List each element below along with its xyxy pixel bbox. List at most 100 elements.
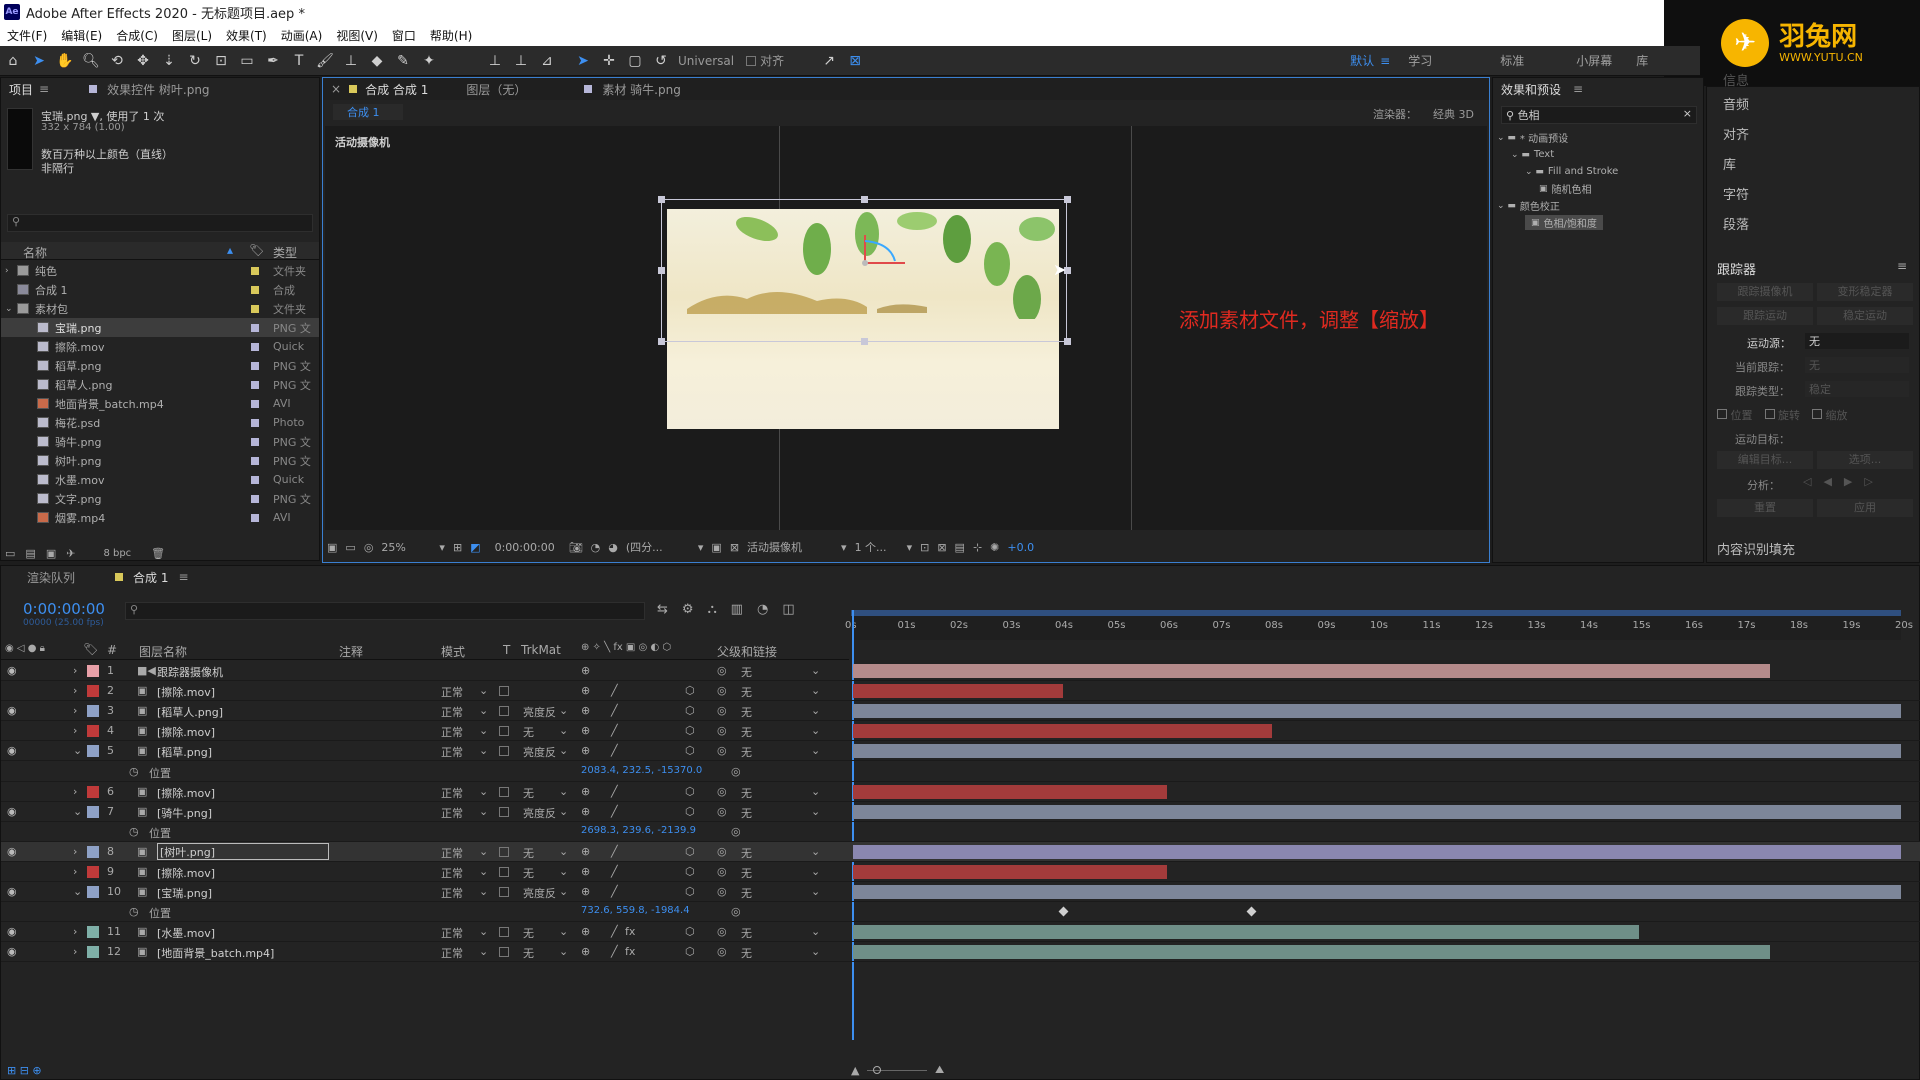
new-folder-icon[interactable]: ▤ [25,547,35,560]
blend-mode-select[interactable]: 正常 [441,885,463,901]
snap-grid-icon[interactable]: ⊠ [844,50,866,72]
layer-row[interactable]: › 6 ▣ [擦除.mov] 正常 ⌄ 无 ⌄ ⊕ ╱ ⬡ ◎ 无 ⌄ [1,782,1920,802]
menu-window[interactable]: 窗口 [385,27,423,44]
track-matte-select[interactable]: 无 [523,925,534,941]
viewport[interactable]: 活动摄像机 ➤ 添加素材文件，调整【缩放】 [325,126,1487,530]
stabilize-motion-button[interactable]: 稳定运动 [1817,307,1913,325]
bpc-label[interactable]: 8 bpc [103,548,131,559]
visibility-eye-icon[interactable]: ◉ [7,945,17,958]
home-icon[interactable]: ⌂ [2,50,24,72]
layer-row[interactable]: ◉ ⌄ 7 ▣ [骑牛.png] 正常 ⌄ 亮度反 ⌄ ⊕ ╱ ⬡ ◎ 无 ⌄ [1,802,1920,822]
shy-switch-icon[interactable]: ⊕ [581,744,590,757]
project-item[interactable]: 文字.png PNG 文 [1,489,319,508]
handle-bl[interactable] [658,338,665,345]
views-select[interactable]: 1 个... [855,539,899,555]
handle-ml[interactable] [658,267,665,274]
parent-select[interactable]: 无 [741,724,752,740]
local-axis-icon[interactable]: ⊥ [484,50,506,72]
pen-tool-icon[interactable]: ✒ [262,50,284,72]
property-value[interactable]: 732.6, 559.8, -1984.4 [581,905,690,916]
layer-twirl-icon[interactable]: ⌄ [73,885,82,898]
preserve-transparency-checkbox[interactable] [499,846,509,857]
shy-icon[interactable]: ⛬ [708,602,717,617]
timecode[interactable]: 0:00:00:00 [23,600,105,618]
rectangle-tool-icon[interactable]: ▭ [236,50,258,72]
handle-tr[interactable] [1064,196,1071,203]
parent-select[interactable]: 无 [741,865,752,881]
workspace-library[interactable]: 库 [1636,52,1648,69]
tab-footage[interactable]: 素材 骑牛.png [602,81,680,98]
col-layer-name[interactable]: 图层名称 [139,643,187,660]
quality-switch-icon[interactable]: ╱ [611,724,618,737]
col-parent[interactable]: 父级和链接 [717,643,777,660]
parent-select[interactable]: 无 [741,945,752,961]
layer-duration-bar[interactable] [853,925,1639,940]
roto-tool-icon[interactable]: ✎ [392,50,414,72]
project-search-input[interactable]: ⚲ [7,214,313,232]
project-item[interactable]: 梅花.psd Photo [1,413,319,432]
tab-render-queue[interactable]: 渲染队列 [27,569,75,586]
track-camera-button[interactable]: 跟踪摄像机 [1717,283,1813,301]
shy-switch-icon[interactable]: ⊕ [581,885,590,898]
menu-view[interactable]: 视图(V) [329,27,385,44]
stopwatch-icon[interactable]: ◷ [129,765,139,778]
layer-name[interactable]: [擦除.mov] [157,724,215,740]
scale-checkbox[interactable]: 缩放 [1812,407,1848,423]
chevron-down-icon[interactable]: ⌄ [811,684,820,697]
content-aware-fill[interactable]: 内容识别填充 [1717,539,1795,558]
effects-search-input[interactable]: ⚲ 色相 × [1501,106,1697,124]
timeline-menu-icon[interactable]: ≡ [178,570,188,584]
property-value[interactable]: 2083.4, 232.5, -15370.0 [581,765,702,776]
blend-mode-select[interactable]: 正常 [441,805,463,821]
quality-chevron-icon[interactable]: ▾ [698,541,704,554]
label-color-chip[interactable] [251,323,259,332]
render-settings-icon[interactable]: ✈ [66,547,75,560]
snap-icon[interactable]: ↗ [818,50,840,72]
color-channel-icon[interactable]: ◕ [608,541,618,554]
quality-switch-icon[interactable]: ╱ [611,785,618,798]
layer-twirl-icon[interactable]: › [73,684,77,697]
project-item[interactable]: 擦除.mov Quick [1,337,319,356]
effects-tree-item[interactable]: ⌄ ▬ 颜色校正 [1497,198,1560,214]
layer-twirl-icon[interactable]: ⌄ [73,805,82,818]
layer-twirl-icon[interactable]: › [73,865,77,878]
track-motion-button[interactable]: 跟踪运动 [1717,307,1813,325]
parent-pickwhip-icon[interactable]: ◎ [717,664,727,677]
shy-switch-icon[interactable]: ⊕ [581,845,590,858]
panel-audio[interactable]: 音频 [1707,91,1919,121]
visibility-eye-icon[interactable]: ◉ [7,744,17,757]
layer-name[interactable]: [树叶.png] [157,842,329,860]
layer-duration-bar[interactable] [853,885,1901,900]
project-item[interactable]: 合成 1 合成 [1,280,319,299]
apply-button[interactable]: 应用 [1817,499,1913,517]
layer-duration-bar[interactable] [853,724,1273,739]
layer-label-color[interactable] [87,685,99,698]
quality-switch-icon[interactable]: ╱ [611,945,618,958]
track-matte-select[interactable]: 亮度反 [523,805,556,821]
preserve-transparency-checkbox[interactable] [499,947,509,958]
label-color-chip[interactable] [251,437,259,446]
parent-pickwhip-icon[interactable]: ◎ [717,724,727,737]
project-item[interactable]: 骑牛.png PNG 文 [1,432,319,451]
layer-row[interactable]: ◉ ⌄ 5 ▣ [稻草.png] 正常 ⌄ 亮度反 ⌄ ⊕ ╱ ⬡ ◎ 无 ⌄ [1,741,1920,762]
world-axis-icon[interactable]: ⊥ [510,50,532,72]
layer-twirl-icon[interactable]: › [73,704,77,717]
zoom-select[interactable]: 25% [381,541,431,554]
exposure-value[interactable]: +0.0 [1007,541,1034,554]
menu-file[interactable]: 文件(F) [0,27,54,44]
universal-move-icon[interactable]: ✛ [598,50,620,72]
hand-tool-icon[interactable]: ✋ [54,50,76,72]
chevron-down-icon[interactable]: ⌄ [811,925,820,938]
parent-select[interactable]: 无 [741,744,752,760]
tracker-menu-icon[interactable]: ≡ [1897,259,1907,273]
work-area-bar[interactable] [851,610,1901,616]
fx-switch-icon[interactable]: fx [625,925,635,938]
3d-draft-icon[interactable]: ⊠ [937,541,946,554]
exposure-icon[interactable]: ✺ [990,541,999,554]
layer-name[interactable]: [擦除.mov] [157,684,215,700]
track-matte-select[interactable]: 无 [523,865,534,881]
time-ruler[interactable]: 0s 01s 02s 03s 04s 05s 06s 07s 08s 09s 10s 11s 12s 13… [845,610,1913,640]
chevron-down-icon[interactable]: ⌄ [811,845,820,858]
chevron-down-icon[interactable]: ⌄ [479,925,488,938]
brush-tool-icon[interactable]: 🖌︎ [314,50,336,72]
